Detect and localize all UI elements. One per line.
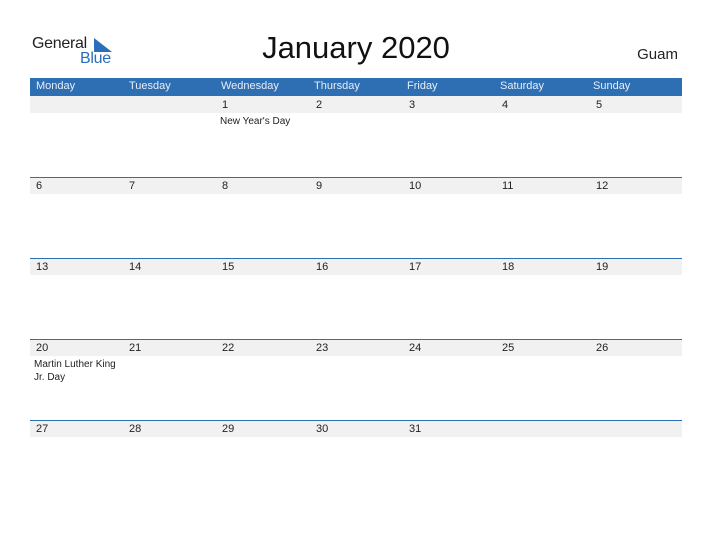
day-cell: 8 [216, 177, 309, 258]
weekday-wednesday: Wednesday [221, 80, 279, 92]
day-cell [30, 96, 123, 177]
holiday-label: Martin Luther King Jr. Day [34, 359, 116, 383]
day-number: 10 [409, 180, 422, 192]
day-cell: 15 [216, 258, 309, 339]
day-number: 21 [129, 342, 142, 354]
day-cell: 21 [123, 339, 216, 420]
day-cell: 30 [310, 420, 403, 501]
weekday-sunday: Sunday [593, 80, 631, 92]
day-number: 8 [222, 180, 229, 192]
week-row: 6 7 8 9 10 11 12 [30, 177, 682, 258]
day-number: 4 [502, 99, 509, 111]
day-number: 1 [222, 99, 229, 111]
weekday-thursday: Thursday [314, 80, 360, 92]
holiday-label: New Year's Day [220, 116, 291, 127]
day-number: 2 [316, 99, 323, 111]
day-cell: 1 New Year's Day [216, 96, 309, 177]
day-number: 5 [596, 99, 603, 111]
day-cell: 19 [590, 258, 683, 339]
day-cell: 20 Martin Luther King Jr. Day [30, 339, 123, 420]
weekday-saturday: Saturday [500, 80, 545, 92]
day-number: 18 [502, 261, 515, 273]
weekday-monday: Monday [36, 80, 76, 92]
day-number: 6 [36, 180, 43, 192]
day-number: 17 [409, 261, 422, 273]
day-cell: 13 [30, 258, 123, 339]
day-cell: 9 [310, 177, 403, 258]
day-cell: 12 [590, 177, 683, 258]
day-cell: 23 [310, 339, 403, 420]
day-cell: 4 [496, 96, 589, 177]
day-cell: 22 [216, 339, 309, 420]
week-row: 13 14 15 16 17 18 19 [30, 258, 682, 339]
day-cell: 18 [496, 258, 589, 339]
region-label: Guam [637, 46, 678, 63]
day-cell: 27 [30, 420, 123, 501]
week-row: 1 New Year's Day 2 3 4 5 [30, 96, 682, 177]
day-number: 15 [222, 261, 235, 273]
day-cell: 26 [590, 339, 683, 420]
day-cell: 11 [496, 177, 589, 258]
day-cell: 3 [403, 96, 496, 177]
day-number: 19 [596, 261, 609, 273]
day-cell: 14 [123, 258, 216, 339]
day-cell: 6 [30, 177, 123, 258]
day-cell [496, 420, 589, 501]
day-cell [123, 96, 216, 177]
calendar-title: January 2020 [262, 30, 450, 65]
day-number: 7 [129, 180, 136, 192]
day-number: 30 [316, 423, 329, 435]
weekday-friday: Friday [407, 80, 438, 92]
day-cell: 5 [590, 96, 683, 177]
day-cell: 17 [403, 258, 496, 339]
weekday-header: Monday Tuesday Wednesday Thursday Friday… [30, 78, 682, 96]
day-number: 31 [409, 423, 422, 435]
day-number: 16 [316, 261, 329, 273]
day-cell: 16 [310, 258, 403, 339]
day-cell: 28 [123, 420, 216, 501]
day-cell: 25 [496, 339, 589, 420]
day-cell [590, 420, 683, 501]
day-cell: 31 [403, 420, 496, 501]
day-number: 9 [316, 180, 323, 192]
day-number: 28 [129, 423, 142, 435]
day-number: 26 [596, 342, 609, 354]
week-row: 27 28 29 30 31 [30, 420, 682, 501]
day-number: 12 [596, 180, 609, 192]
day-cell: 24 [403, 339, 496, 420]
day-number: 20 [36, 342, 49, 354]
day-cell: 29 [216, 420, 309, 501]
day-number: 27 [36, 423, 49, 435]
day-number: 22 [222, 342, 235, 354]
day-cell: 7 [123, 177, 216, 258]
day-number: 13 [36, 261, 49, 273]
day-cell: 10 [403, 177, 496, 258]
day-number: 23 [316, 342, 329, 354]
day-cell: 2 [310, 96, 403, 177]
week-row: 20 Martin Luther King Jr. Day 21 22 23 24 25 26 [30, 339, 682, 420]
day-number: 3 [409, 99, 416, 111]
day-number: 29 [222, 423, 235, 435]
day-number: 25 [502, 342, 515, 354]
weekday-tuesday: Tuesday [129, 80, 171, 92]
day-number: 24 [409, 342, 422, 354]
day-number: 14 [129, 261, 142, 273]
day-number: 11 [502, 180, 514, 192]
